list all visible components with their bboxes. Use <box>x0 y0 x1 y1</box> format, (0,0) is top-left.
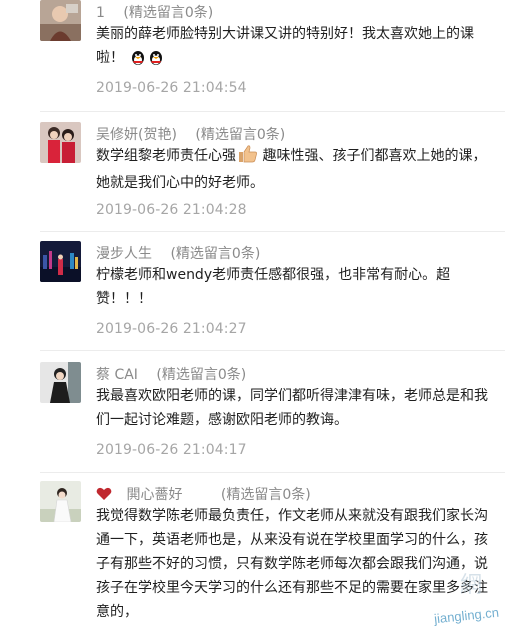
avatar[interactable] <box>40 362 81 403</box>
comment-header: 閧心薔好 (精选留言0条) <box>96 486 311 506</box>
comment-time: 2019-06-26 21:04:17 <box>96 442 247 458</box>
comment-time: 2019-06-26 21:04:27 <box>96 321 247 337</box>
avatar[interactable] <box>40 122 81 163</box>
divider <box>40 350 505 351</box>
featured-count: (精选留言0条) <box>220 487 311 503</box>
comment-header: 吴修妍(贺艳) (精选留言0条) <box>96 126 285 144</box>
comment-header: 漫步人生 (精选留言0条) <box>96 245 260 263</box>
divider <box>40 111 505 112</box>
commenter-name[interactable]: 閧心薔好 <box>126 487 182 503</box>
divider <box>40 472 505 473</box>
comment-header: 1 (精选留言0条) <box>96 4 213 22</box>
comment-text: 柠檬老师和wendy老师责任感都很强，也非常有耐心。超赞！！！ <box>96 267 451 307</box>
commenter-name[interactable]: 吴修妍(贺艳) <box>96 127 177 143</box>
watermark-logo: 網 <box>459 572 485 597</box>
comment-header: 蔡 CAI (精选留言0条) <box>96 366 246 384</box>
featured-count: (精选留言0条) <box>195 127 286 143</box>
featured-count: (精选留言0条) <box>170 246 261 262</box>
comment-time: 2019-06-26 21:04:54 <box>96 80 247 96</box>
commenter-name[interactable]: 漫步人生 <box>96 246 152 262</box>
comment-text: 我最喜欢欧阳老师的课，同学们都听得津津有味，老师总是和我们一起讨论难题，感谢欧阳… <box>96 388 488 428</box>
divider <box>40 231 505 232</box>
avatar[interactable] <box>40 481 81 522</box>
avatar[interactable] <box>40 0 81 41</box>
comment-time: 2019-06-26 21:04:28 <box>96 202 247 218</box>
comment-body: 数学组黎老师责任心强 <box>96 148 236 164</box>
featured-count: (精选留言0条) <box>156 367 247 383</box>
comment-text: 数学组黎老师责任心强 趣味性强、孩子们都喜欢上她的课，她就是我们心中的好老师。 <box>96 144 488 195</box>
comment-text: 我觉得数学陈老师最负责任，作文老师从来就没有跟我们家长沟通一下，英语老师也是，从… <box>96 508 488 620</box>
comment-text: 美丽的薛老师脸特别大讲课又讲的特别好！我太喜欢她上的课啦！ <box>96 22 488 73</box>
thumbs-up-icon <box>238 145 258 171</box>
featured-count: (精选留言0条) <box>123 5 214 21</box>
qq-penguin-icon <box>130 49 164 73</box>
avatar[interactable] <box>40 241 81 282</box>
commenter-name[interactable]: 蔡 CAI <box>96 367 138 383</box>
commenter-name[interactable]: 1 <box>96 5 105 21</box>
